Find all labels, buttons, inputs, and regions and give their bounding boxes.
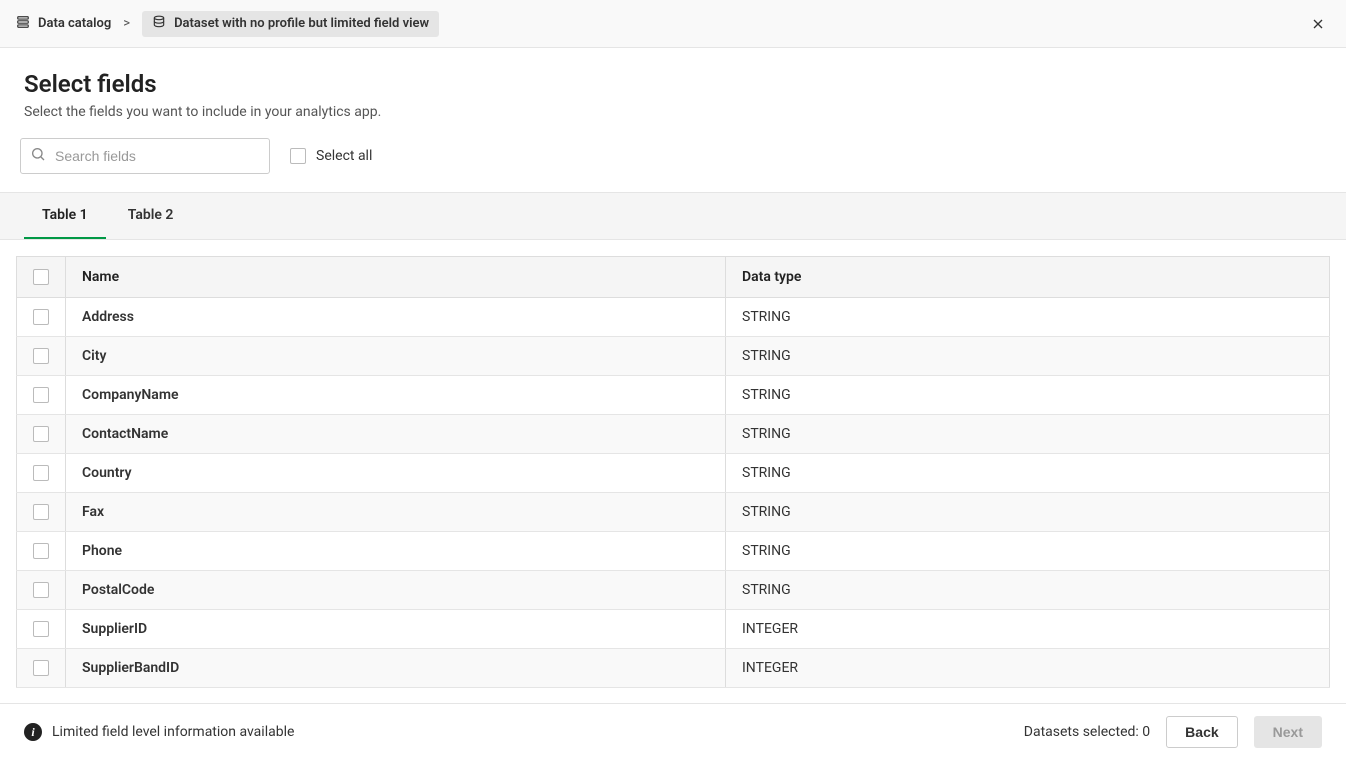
row-name: City (66, 337, 726, 376)
row-checkbox-cell (17, 298, 66, 337)
table-row: CountrySTRING (17, 454, 1330, 493)
breadcrumb-current-label: Dataset with no profile but limited fiel… (174, 16, 429, 31)
row-checkbox-cell (17, 454, 66, 493)
table-row: SupplierBandIDINTEGER (17, 649, 1330, 688)
page-title: Select fields (24, 70, 1322, 98)
row-type: STRING (726, 571, 1330, 610)
row-type: STRING (726, 493, 1330, 532)
row-name: CompanyName (66, 376, 726, 415)
row-name: SupplierID (66, 610, 726, 649)
back-button[interactable]: Back (1166, 716, 1237, 748)
row-checkbox-cell (17, 649, 66, 688)
column-header-data-type[interactable]: Data type (726, 257, 1330, 298)
column-header-name[interactable]: Name (66, 257, 726, 298)
row-type: STRING (726, 298, 1330, 337)
row-checkbox[interactable] (33, 348, 49, 364)
footer-info-message: Limited field level information availabl… (52, 724, 294, 740)
close-button[interactable] (1306, 12, 1330, 36)
row-checkbox[interactable] (33, 621, 49, 637)
table-container: Name Data type AddressSTRINGCitySTRINGCo… (0, 240, 1346, 703)
row-checkbox-cell (17, 415, 66, 454)
row-checkbox-cell (17, 610, 66, 649)
search-wrapper (20, 138, 270, 174)
row-type: STRING (726, 454, 1330, 493)
breadcrumb-root[interactable]: Data catalog (16, 15, 111, 33)
breadcrumb: Data catalog > Dataset with no profile b… (16, 11, 439, 37)
column-header-checkbox (17, 257, 66, 298)
selected-count-value: 0 (1142, 724, 1150, 740)
row-checkbox[interactable] (33, 543, 49, 559)
fields-table: Name Data type AddressSTRINGCitySTRINGCo… (16, 256, 1330, 688)
dataset-icon (152, 15, 166, 33)
footer-bar: i Limited field level information availa… (0, 703, 1346, 760)
next-button[interactable]: Next (1254, 716, 1322, 748)
row-name: Fax (66, 493, 726, 532)
selected-label: Datasets selected: (1024, 724, 1139, 740)
table-row: SupplierIDINTEGER (17, 610, 1330, 649)
row-type: STRING (726, 337, 1330, 376)
row-checkbox[interactable] (33, 504, 49, 520)
tabs-bar: Table 1 Table 2 (0, 192, 1346, 240)
selected-count: Datasets selected: 0 (1024, 724, 1150, 740)
table-row: FaxSTRING (17, 493, 1330, 532)
table-row: AddressSTRING (17, 298, 1330, 337)
table-header-row: Name Data type (17, 257, 1330, 298)
row-checkbox-cell (17, 376, 66, 415)
page-subtitle: Select the fields you want to include in… (24, 104, 1322, 120)
breadcrumb-separator: > (123, 16, 130, 31)
row-name: Phone (66, 532, 726, 571)
row-checkbox[interactable] (33, 387, 49, 403)
header-bar: Data catalog > Dataset with no profile b… (0, 0, 1346, 48)
row-name: PostalCode (66, 571, 726, 610)
row-name: Address (66, 298, 726, 337)
toolbar: Select all (0, 138, 1346, 192)
row-checkbox-cell (17, 571, 66, 610)
row-type: STRING (726, 376, 1330, 415)
select-all-checkbox[interactable] (290, 148, 306, 164)
row-checkbox[interactable] (33, 465, 49, 481)
page-header: Select fields Select the fields you want… (0, 48, 1346, 138)
breadcrumb-current[interactable]: Dataset with no profile but limited fiel… (142, 11, 439, 37)
row-checkbox[interactable] (33, 582, 49, 598)
footer-info: i Limited field level information availa… (24, 723, 294, 741)
catalog-icon (16, 15, 30, 33)
tab-table-2[interactable]: Table 2 (110, 193, 192, 239)
info-icon: i (24, 723, 42, 741)
footer-right: Datasets selected: 0 Back Next (1024, 716, 1322, 748)
row-name: ContactName (66, 415, 726, 454)
row-checkbox[interactable] (33, 426, 49, 442)
row-name: SupplierBandID (66, 649, 726, 688)
select-all-label: Select all (316, 148, 372, 164)
table-row: CitySTRING (17, 337, 1330, 376)
row-type: STRING (726, 415, 1330, 454)
row-name: Country (66, 454, 726, 493)
row-checkbox-cell (17, 532, 66, 571)
header-checkbox[interactable] (33, 269, 49, 285)
table-row: PhoneSTRING (17, 532, 1330, 571)
search-input[interactable] (20, 138, 270, 174)
row-checkbox[interactable] (33, 660, 49, 676)
row-checkbox-cell (17, 493, 66, 532)
breadcrumb-root-label: Data catalog (38, 16, 111, 31)
table-row: CompanyNameSTRING (17, 376, 1330, 415)
row-checkbox-cell (17, 337, 66, 376)
tab-table-1[interactable]: Table 1 (24, 193, 106, 239)
row-checkbox[interactable] (33, 309, 49, 325)
row-type: INTEGER (726, 649, 1330, 688)
table-row: PostalCodeSTRING (17, 571, 1330, 610)
table-row: ContactNameSTRING (17, 415, 1330, 454)
select-all-wrapper: Select all (290, 148, 372, 164)
row-type: STRING (726, 532, 1330, 571)
row-type: INTEGER (726, 610, 1330, 649)
